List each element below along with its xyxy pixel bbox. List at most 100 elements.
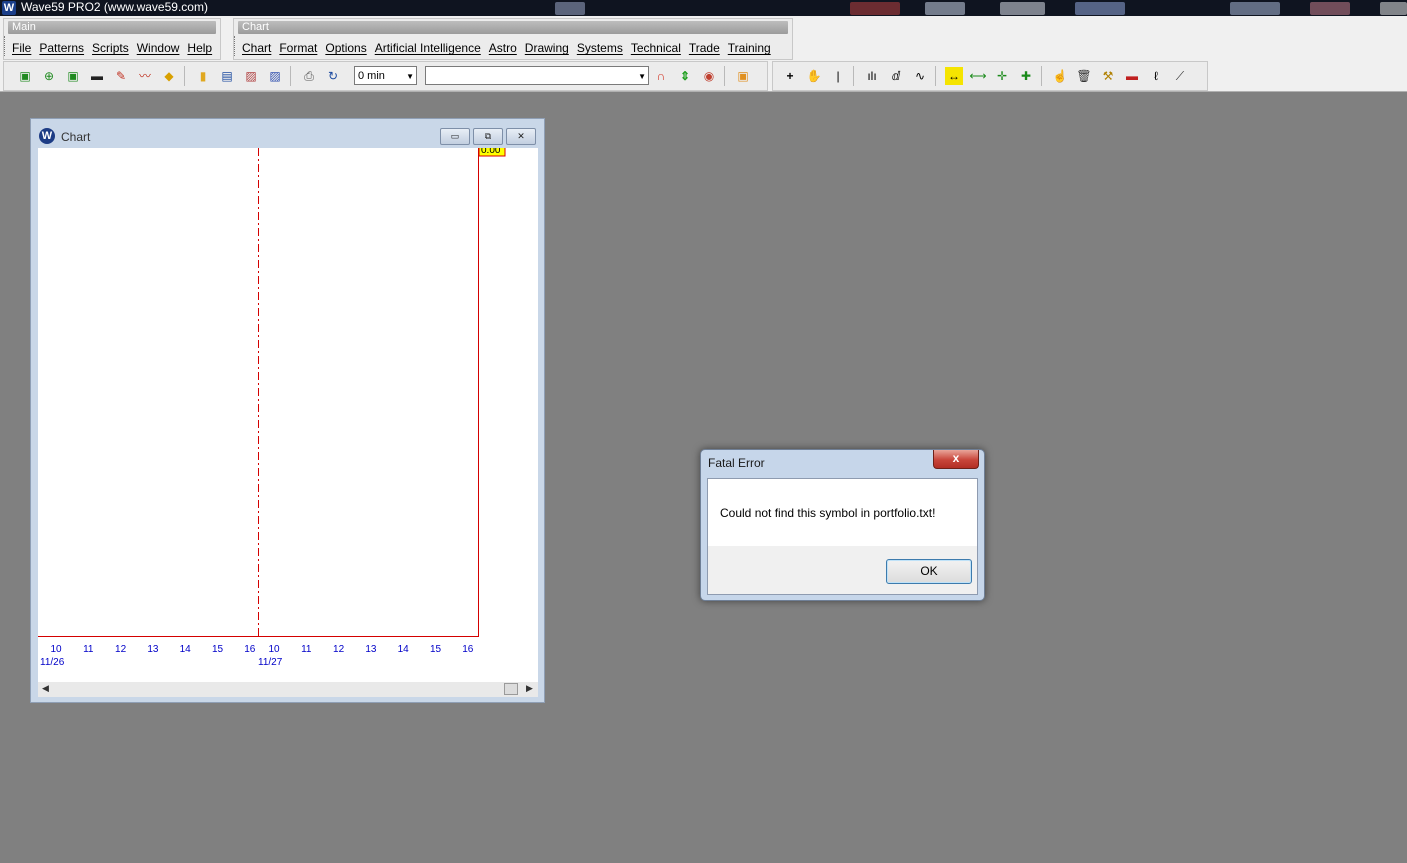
app-title-bar: W Wave59 PRO2 (www.wave59.com) (0, 0, 1407, 16)
menu-chart[interactable]: Chart (242, 41, 271, 55)
new-chart-icon[interactable]: ▣ (16, 67, 34, 85)
print-icon[interactable]: ⎙ (300, 67, 318, 85)
toolbar-group-drawing: + ✋ | ılı ⅆ ∿ ↔ ⟷ ✛ ✚ ☝ 🗑 ⚒ ▬ ℓ ⟋ (772, 61, 1208, 91)
image-icon[interactable]: ▣ (734, 67, 752, 85)
dialog-message: Could not find this symbol in portfolio.… (720, 506, 936, 520)
up-down-arrows-icon[interactable]: ⇕ (676, 67, 694, 85)
grip-handle[interactable] (4, 36, 8, 56)
app-title: Wave59 PRO2 (www.wave59.com) (21, 0, 208, 14)
import-icon[interactable]: ▨ (266, 67, 284, 85)
candles-icon[interactable]: ⅆ (887, 67, 905, 85)
toolbar-separator (853, 66, 854, 86)
toolbar-separator (935, 66, 936, 86)
trash-icon[interactable]: 🗑 (1075, 67, 1093, 85)
menu-help[interactable]: Help (187, 41, 212, 55)
ok-button[interactable]: OK (886, 559, 972, 584)
eye-icon[interactable]: ◉ (700, 67, 718, 85)
magnet-icon[interactable]: ∩ (652, 67, 670, 85)
chart-window[interactable]: W Chart ▭ ⧉ ✕ 0.00 10 11 12 13 14 15 16 10 11 12 1… (30, 118, 545, 703)
hand-pan-icon[interactable]: ✋ (805, 67, 823, 85)
bars-icon[interactable]: ılı (863, 67, 881, 85)
x-tick-label: 14 (398, 644, 410, 655)
grip-handle[interactable] (234, 36, 238, 56)
menu-window[interactable]: Window (137, 41, 180, 55)
taskbar-blur (850, 2, 900, 15)
refresh-icon[interactable]: ↻ (324, 67, 342, 85)
chevron-down-icon: ▼ (638, 72, 646, 81)
close-button[interactable]: ✕ (506, 128, 536, 145)
x-tick-label: 10 (50, 644, 62, 655)
compress-icon[interactable]: ✚ (1017, 67, 1035, 85)
export-icon[interactable]: ▨ (242, 67, 260, 85)
menu-options[interactable]: Options (325, 41, 366, 55)
crosshair-icon[interactable]: + (781, 67, 799, 85)
x-tick-label: 11 (83, 644, 94, 655)
toolbar-group-main: ▣ ⊕ ▣ ▬ ✎ 〰 ◆ ▮ ▤ ▨ ▨ ⎙ ↻ 0 min ▼ ▼ ∩ ⇕ … (3, 61, 768, 91)
taskbar-blur (555, 2, 585, 15)
symbol-select[interactable]: ▼ (425, 66, 649, 85)
x-tick-label: 16 (462, 644, 474, 655)
wave59-logo-icon: W (2, 1, 16, 15)
horizontal-scrollbar[interactable]: ◀ ▶ (38, 682, 538, 697)
chart-svg[interactable]: 0.00 10 11 12 13 14 15 16 10 11 12 13 14 15 16 11/26 11… (38, 148, 538, 682)
x-tick-label: 10 (268, 644, 280, 655)
dialog-message-area: Could not find this symbol in portfolio.… (708, 479, 977, 546)
main-menubar-title: Main (8, 21, 216, 34)
chart-plot-area[interactable]: 0.00 10 11 12 13 14 15 16 10 11 12 13 14 15 16 11/26 11… (38, 148, 538, 682)
x-tick-label: 13 (365, 644, 377, 655)
menu-format[interactable]: Format (279, 41, 317, 55)
dialog-close-button[interactable]: x (933, 450, 979, 469)
expand-horizontal-icon[interactable]: ⟷ (969, 67, 987, 85)
signal-diamond-icon[interactable]: ◆ (160, 67, 178, 85)
save-icon[interactable]: ▤ (218, 67, 236, 85)
scroll-left-icon[interactable]: ◀ (42, 683, 49, 694)
wave59-logo-icon: W (39, 128, 55, 144)
chevron-down-icon: ▼ (406, 72, 414, 81)
x-tick-label: 16 (244, 644, 256, 655)
menu-file[interactable]: File (12, 41, 31, 55)
expand-vertical-icon[interactable]: ✛ (993, 67, 1011, 85)
minimize-button[interactable]: ▭ (440, 128, 470, 145)
indicator-icon[interactable]: ✎ (112, 67, 130, 85)
taskbar-blur (1380, 2, 1407, 15)
fit-width-icon[interactable]: ↔ (945, 67, 963, 85)
x-tick-label: 15 (212, 644, 224, 655)
menu-trade[interactable]: Trade (689, 41, 720, 55)
zoom-search-icon[interactable]: ⊕ (40, 67, 58, 85)
menu-technical[interactable]: Technical (631, 41, 681, 55)
x-tick-labels: 10 11 12 13 14 15 16 10 11 12 13 14 15 16 11/26 11/27 (40, 644, 474, 668)
fatal-error-dialog[interactable]: Fatal Error x Could not find this symbol… (700, 449, 985, 601)
toolbar-separator (290, 66, 291, 86)
restore-button[interactable]: ⧉ (473, 128, 503, 145)
menu-systems[interactable]: Systems (577, 41, 623, 55)
car-icon[interactable]: ▬ (1123, 67, 1141, 85)
date-label: 11/26 (40, 657, 65, 668)
interval-select[interactable]: 0 min ▼ (354, 66, 417, 85)
lasso-icon[interactable]: ℓ (1147, 67, 1165, 85)
add-chart-icon[interactable]: ▣ (64, 67, 82, 85)
pointer-hand-icon[interactable]: ☝ (1051, 67, 1069, 85)
toolbar: ▣ ⊕ ▣ ▬ ✎ 〰 ◆ ▮ ▤ ▨ ▨ ⎙ ↻ 0 min ▼ ▼ ∩ ⇕ … (0, 60, 1407, 92)
x-tick-label: 11 (301, 644, 312, 655)
data-terminal-icon[interactable]: ▬ (88, 67, 106, 85)
taskbar-blur (925, 2, 965, 15)
scroll-right-icon[interactable]: ▶ (526, 683, 533, 694)
menu-artificial-intelligence[interactable]: Artificial Intelligence (375, 41, 481, 55)
date-label: 11/27 (258, 657, 283, 668)
x-tick-label: 12 (333, 644, 345, 655)
menu-training[interactable]: Training (728, 41, 771, 55)
menu-scripts[interactable]: Scripts (92, 41, 129, 55)
scrollbar-thumb[interactable] (504, 683, 518, 695)
ruler-icon[interactable]: ⟋ (1171, 67, 1189, 85)
wrench-icon[interactable]: ⚒ (1099, 67, 1117, 85)
menu-drawing[interactable]: Drawing (525, 41, 569, 55)
x-tick-label: 13 (147, 644, 159, 655)
price-tag-label: 0.00 (481, 148, 501, 156)
price-wave-icon[interactable]: 〰 (136, 67, 154, 85)
menu-astro[interactable]: Astro (489, 41, 517, 55)
open-folder-icon[interactable]: ▮ (194, 67, 212, 85)
line-chart-icon[interactable]: ∿ (911, 67, 929, 85)
menu-patterns[interactable]: Patterns (39, 41, 84, 55)
taskbar-blur (1075, 2, 1125, 15)
vertical-line-icon[interactable]: | (829, 67, 847, 85)
